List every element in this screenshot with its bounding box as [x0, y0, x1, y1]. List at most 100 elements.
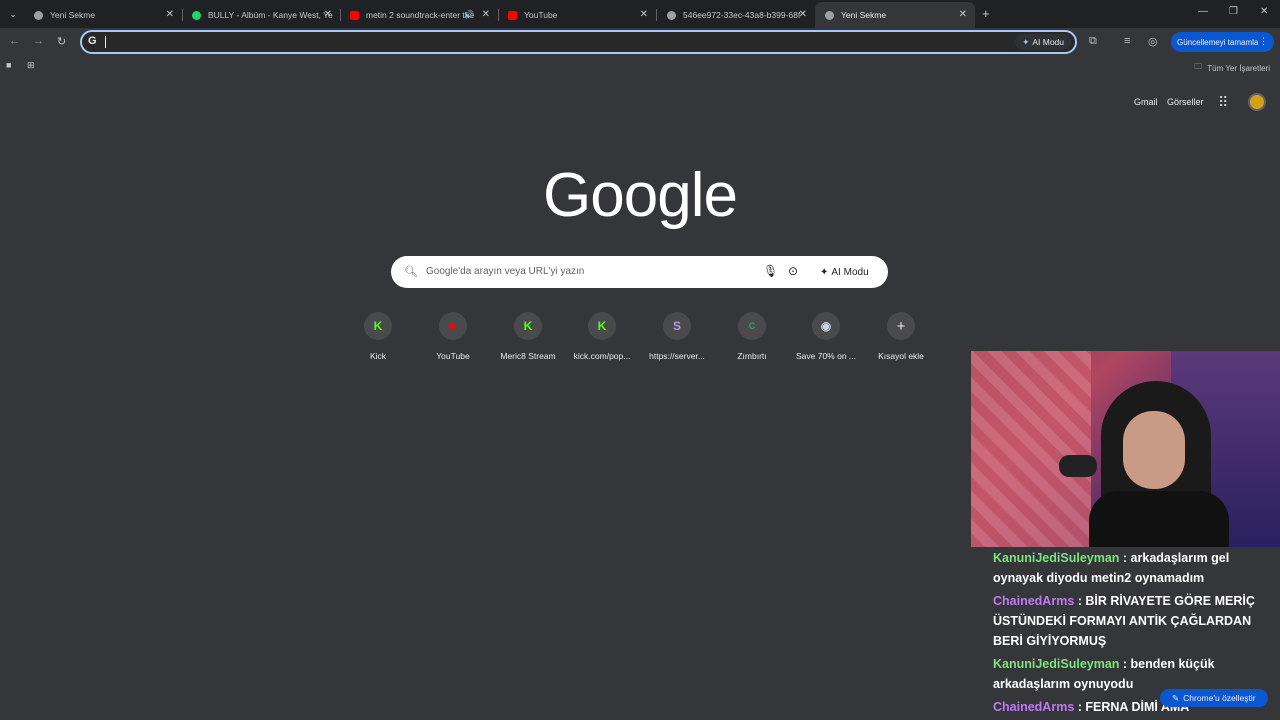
new-tab-button[interactable]: + — [982, 6, 990, 21]
reload-button[interactable]: ↻ — [57, 35, 66, 48]
shortcut-label: Zımbırtı — [737, 351, 767, 361]
menu-dots-icon[interactable]: ⋮ — [1259, 36, 1268, 47]
search-icon: 🔍︎ — [404, 266, 418, 278]
customize-label: Chrome'u özelleştir — [1183, 693, 1256, 703]
google-apps-icon[interactable]: ⠿ — [1218, 94, 1228, 111]
google-logo: Google — [543, 161, 738, 230]
customize-chrome-button[interactable]: ✎ Chrome'u özelleştir — [1160, 689, 1268, 707]
bookmarks-bar: ■ ⊞ 🗀 Tüm Yer İşaretleri — [0, 56, 1280, 78]
search-box[interactable]: 🔍︎ Google'da arayın veya URL'yi yazın 🎙︎… — [391, 256, 888, 288]
media-controls-icon[interactable]: ≡ — [1124, 35, 1130, 47]
google-g-icon: G — [88, 35, 97, 47]
shortcut-label: YouTube — [436, 351, 470, 361]
shortcut-tile[interactable]: C Zımbırtı — [717, 312, 787, 361]
all-bookmarks[interactable]: 🗀 Tüm Yer İşaretleri — [1194, 61, 1270, 75]
tab-search-icon[interactable]: ⌄ — [4, 5, 22, 23]
webcam-face — [1123, 411, 1185, 489]
tab-new-tab-active[interactable]: Yeni Sekme ✕ — [815, 2, 975, 28]
chat-message: KanuniJediSuleyman : benden küçük arkada… — [993, 657, 1215, 691]
zimbirti-icon: C — [738, 312, 766, 340]
chat-message: ChainedArms : BİR RİVAYETE GÖRE MERİÇ ÜS… — [993, 594, 1255, 648]
chat-username: KanuniJediSuleyman — [993, 657, 1120, 671]
close-tab-icon[interactable]: ✕ — [799, 9, 807, 20]
close-tab-icon[interactable]: ✕ — [166, 9, 174, 20]
spotify-icon — [192, 10, 201, 20]
ai-search-icon: ✦ — [820, 266, 829, 278]
back-button[interactable]: ← — [9, 35, 20, 47]
webcam-microphone — [1059, 455, 1097, 477]
shortcut-tile[interactable]: K kick.com/pop... — [567, 312, 637, 361]
steam-icon: ◉ — [812, 312, 840, 340]
chat-username: KanuniJediSuleyman — [993, 551, 1120, 565]
tab-strip: ⌄ Yeni Sekme ✕ BULLY - Albüm - Kanye Wes… — [0, 0, 1280, 28]
ai-mode-button[interactable]: ✦ AI Modu — [814, 261, 875, 283]
shortcut-label: kick.com/pop... — [573, 351, 631, 361]
address-bar[interactable]: G ✦ AI Modu — [80, 30, 1077, 54]
add-shortcut-tile[interactable]: + Kısayol ekle — [866, 312, 936, 361]
update-button[interactable]: Güncellemeyi tamamla ⋮ — [1171, 32, 1274, 52]
kick-icon: K — [514, 312, 542, 340]
restore-button[interactable]: ❐ — [1229, 6, 1238, 17]
shortcut-label: Save 70% on ... — [795, 351, 856, 361]
avatar[interactable] — [1248, 93, 1266, 111]
shortcut-tile[interactable]: K Kick — [343, 312, 413, 361]
apps-grid-icon[interactable]: ⊞ — [27, 60, 35, 71]
shortcut-tile[interactable]: ◉ Save 70% on ... — [791, 312, 861, 361]
chrome-icon — [34, 10, 43, 20]
shortcut-label: Meric8 Stream — [500, 351, 556, 361]
shortcut-label: https://server... — [649, 351, 705, 361]
tab-new-tab-1[interactable]: Yeni Sekme ✕ — [24, 2, 182, 28]
profile-icon[interactable]: ◎ — [1148, 35, 1158, 48]
youtube-icon: ▶ — [439, 312, 467, 340]
ai-mode-button[interactable]: ✦ AI Modu — [1015, 34, 1071, 50]
close-tab-icon[interactable]: ✕ — [640, 9, 648, 20]
update-label: Güncellemeyi tamamla — [1177, 37, 1259, 47]
tab-uuid-page[interactable]: 546ee972-33ec-43a8-b399-68f ✕ — [657, 2, 815, 28]
gmail-link[interactable]: Gmail — [1134, 97, 1158, 107]
tab-youtube[interactable]: YouTube ✕ — [498, 2, 656, 28]
close-tab-icon[interactable]: ✕ — [482, 9, 490, 20]
webcam-shirt — [1089, 491, 1229, 547]
audio-playing-icon[interactable]: 🔊 — [464, 10, 474, 19]
window-close-button[interactable]: ✕ — [1260, 6, 1268, 17]
kick-icon: K — [588, 312, 616, 340]
lens-icon[interactable]: ⊙ — [788, 264, 798, 278]
chat-message: KanuniJediSuleyman : arkadaşlarım gel oy… — [993, 551, 1230, 585]
shortcut-tile[interactable]: K Meric8 Stream — [493, 312, 563, 361]
ai-mode-label: AI Modu — [831, 266, 869, 278]
close-tab-icon[interactable]: ✕ — [959, 9, 967, 20]
minimize-button[interactable]: — — [1198, 6, 1208, 17]
webcam-wall — [971, 351, 1091, 547]
chrome-icon — [825, 10, 834, 20]
all-bookmarks-label: Tüm Yer İşaretleri — [1207, 63, 1270, 73]
close-tab-icon[interactable]: ✕ — [324, 9, 332, 20]
globe-icon — [667, 10, 676, 20]
tab-spotify[interactable]: BULLY - Albüm - Kanye West, Ye ✕ — [182, 2, 340, 28]
microphone-icon[interactable]: 🎙︎ — [763, 264, 778, 278]
ai-mode-label: AI Modu — [1032, 37, 1064, 47]
text-caret — [105, 36, 106, 48]
tab-title: Yeni Sekme — [841, 10, 887, 20]
shortcut-label: Kick — [369, 351, 387, 361]
images-link[interactable]: Görseller — [1167, 97, 1204, 107]
tab-metin2-soundtrack[interactable]: metin 2 soundtrack-enter the 🔊 ✕ — [340, 2, 498, 28]
tab-title: 546ee972-33ec-43a8-b399-68f — [683, 10, 801, 20]
shortcut-label: Kısayol ekle — [878, 351, 924, 361]
tab-title: BULLY - Albüm - Kanye West, Ye — [208, 10, 333, 20]
shortcut-tile[interactable]: S https://server... — [642, 312, 712, 361]
chat-username: ChainedArms — [993, 594, 1075, 608]
webcam-overlay — [971, 351, 1280, 547]
extensions-icon[interactable]: ⧉ — [1089, 35, 1097, 48]
pencil-icon: ✎ — [1172, 692, 1180, 703]
server-icon: S — [663, 312, 691, 340]
youtube-icon — [350, 10, 359, 20]
search-placeholder: Google'da arayın veya URL'yi yazın — [426, 266, 585, 277]
shortcut-tile[interactable]: ▶ YouTube — [418, 312, 488, 361]
plus-icon: + — [887, 312, 915, 340]
forward-button[interactable]: → — [33, 35, 44, 47]
page-icon[interactable]: ■ — [6, 60, 11, 70]
chat-username: ChainedArms — [993, 700, 1075, 714]
ai-search-icon: ✦ — [1022, 36, 1030, 47]
kick-icon: K — [364, 312, 392, 340]
tab-title: Yeni Sekme — [50, 10, 96, 20]
